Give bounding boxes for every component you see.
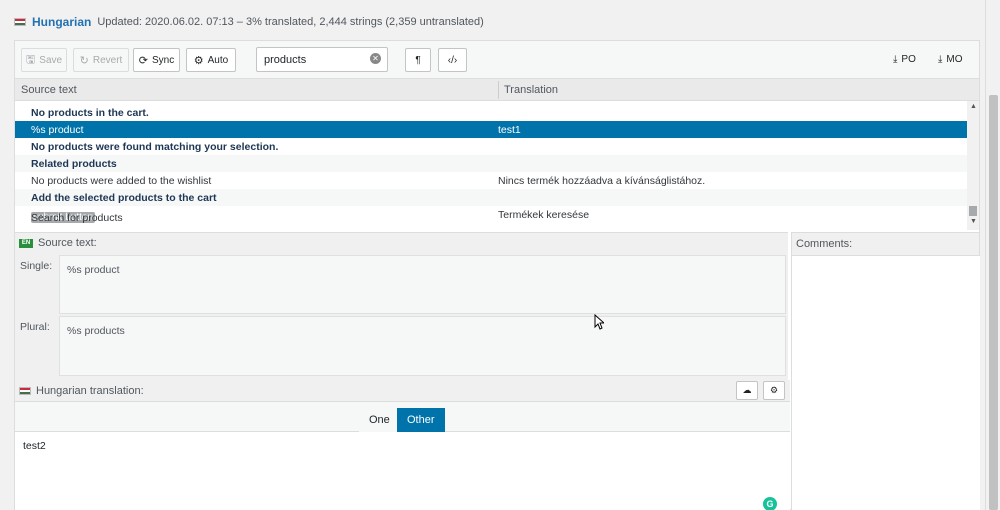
cloud-button[interactable]: ☁ <box>736 381 758 400</box>
source-panel: EN Source text: Single: %s product Plura… <box>15 232 788 380</box>
auto-translate-button[interactable]: ⚙ <box>763 381 785 400</box>
plural-tabs: One Other <box>15 402 790 432</box>
single-source-field: %s product <box>59 255 786 314</box>
column-divider[interactable] <box>498 81 499 99</box>
grid-header: Source text Translation <box>15 79 979 101</box>
table-row[interactable]: Related products <box>15 155 967 172</box>
robot-icon: ⚙ <box>193 54 204 67</box>
row-source: No products were added to the wishlist <box>31 175 212 187</box>
revert-label: Revert <box>92 54 123 66</box>
cloud-icon: ☁ <box>742 385 752 395</box>
search-value: products <box>264 53 307 66</box>
row-source: Related products <box>31 158 117 170</box>
scroll-up-icon[interactable]: ▲ <box>970 103 977 110</box>
source-title-text: Source text: <box>38 237 97 249</box>
row-source: Search for products <box>31 212 123 224</box>
comments-panel: Comments: <box>791 232 980 510</box>
row-translation: Nincs termék hozzáadva a kívánságlistáho… <box>498 175 706 187</box>
translation-title: Hungarian translation: <box>19 385 144 397</box>
row-source: %s product <box>31 124 84 136</box>
mouse-cursor-icon <box>594 314 604 330</box>
translation-panel: Hungarian translation: ☁ ⚙ One Other tes… <box>15 380 790 510</box>
sync-button[interactable]: ⟳ Sync <box>133 48 180 72</box>
revert-button[interactable]: ↻ Revert <box>73 48 129 72</box>
auto-label: Auto <box>207 54 229 66</box>
save-button[interactable]: 🖫 Save <box>21 48 67 72</box>
table-row[interactable]: No products were found matching your sel… <box>15 138 967 155</box>
download-icon: ⤓ <box>938 54 943 65</box>
list-scrollbar-thumb[interactable] <box>969 206 977 216</box>
editor-toolbar: 🖫 Save ↻ Revert ⟳ Sync ⚙ Auto products ✕ ¶ ‹… <box>15 41 979 79</box>
sync-label: Sync <box>151 54 175 66</box>
translation-textarea[interactable]: test2 <box>23 440 46 452</box>
grammarly-icon[interactable]: G <box>763 497 777 510</box>
string-list: No products in the cart. %s product test… <box>15 101 967 230</box>
clear-search-icon[interactable]: ✕ <box>370 53 381 64</box>
hungarian-flag-icon <box>19 387 31 395</box>
auto-button[interactable]: ⚙ Auto <box>186 48 236 72</box>
download-po-button[interactable]: ⤓ PO <box>893 54 916 65</box>
table-row-selected[interactable]: %s product test1 <box>15 121 967 138</box>
row-translation: Termékek keresése <box>498 209 590 221</box>
save-icon: 🖫 <box>25 53 36 66</box>
top-strip <box>0 0 1000 8</box>
col-translation-header[interactable]: Translation <box>504 84 558 96</box>
file-header: Hungarian Updated: 2020.06.02. 07:13 – 3… <box>14 12 484 32</box>
hungarian-flag-icon <box>14 18 26 26</box>
plural-label: Plural: <box>20 321 50 333</box>
revert-icon: ↻ <box>79 54 89 67</box>
translation-panel-header: Hungarian translation: ☁ ⚙ <box>15 380 790 402</box>
download-mo-button[interactable]: ⤓ MO <box>938 54 963 65</box>
search-input[interactable]: products ✕ <box>256 47 388 72</box>
comments-box[interactable] <box>792 255 980 510</box>
mo-label: MO <box>946 54 963 65</box>
sync-icon: ⟳ <box>138 54 148 67</box>
row-source: Add the selected products to the cart <box>31 192 217 204</box>
single-label: Single: <box>20 260 53 272</box>
row-source: No products were found matching your sel… <box>31 141 279 153</box>
save-label: Save <box>39 54 63 66</box>
po-label: PO <box>901 54 916 65</box>
language-link[interactable]: Hungarian <box>32 15 91 29</box>
table-row[interactable]: No products in the cart. <box>15 104 967 121</box>
robot-icon: ⚙ <box>769 385 779 395</box>
invisibles-toggle[interactable]: ¶ <box>405 48 431 72</box>
list-scrollbar[interactable]: ▲ ▼ <box>967 101 979 230</box>
comments-title: Comments: <box>796 238 853 250</box>
source-panel-title: EN Source text: <box>19 237 97 249</box>
translation-title-text: Hungarian translation: <box>36 385 144 397</box>
col-source-header[interactable]: Source text <box>21 84 77 96</box>
tab-one[interactable]: One <box>359 408 400 432</box>
pilcrow-icon: ¶ <box>415 54 421 66</box>
scroll-down-icon[interactable]: ▼ <box>970 218 977 225</box>
page-scrollbar[interactable] <box>985 0 1000 510</box>
page-scrollbar-thumb[interactable] <box>989 95 998 510</box>
row-translation: test1 <box>498 124 521 136</box>
file-meta: Updated: 2020.06.02. 07:13 – 3% translat… <box>97 16 484 28</box>
code-icon: ‹/› <box>447 54 458 66</box>
tab-other[interactable]: Other <box>397 408 445 432</box>
plural-source-field: %s products <box>59 316 786 376</box>
download-icon: ⤓ <box>893 54 898 65</box>
english-flag-icon: EN <box>19 238 33 248</box>
row-source: No products in the cart. <box>31 107 149 119</box>
table-row[interactable]: No products were added to the wishlist N… <box>15 172 967 189</box>
table-row[interactable]: Add the selected products to the cart <box>15 189 967 206</box>
code-view-toggle[interactable]: ‹/› <box>438 48 467 72</box>
translation-editor: 🖫 Save ↻ Revert ⟳ Sync ⚙ Auto products ✕ ¶ ‹… <box>14 40 980 510</box>
table-row[interactable]: submit button Search for products Terméke… <box>15 206 967 224</box>
